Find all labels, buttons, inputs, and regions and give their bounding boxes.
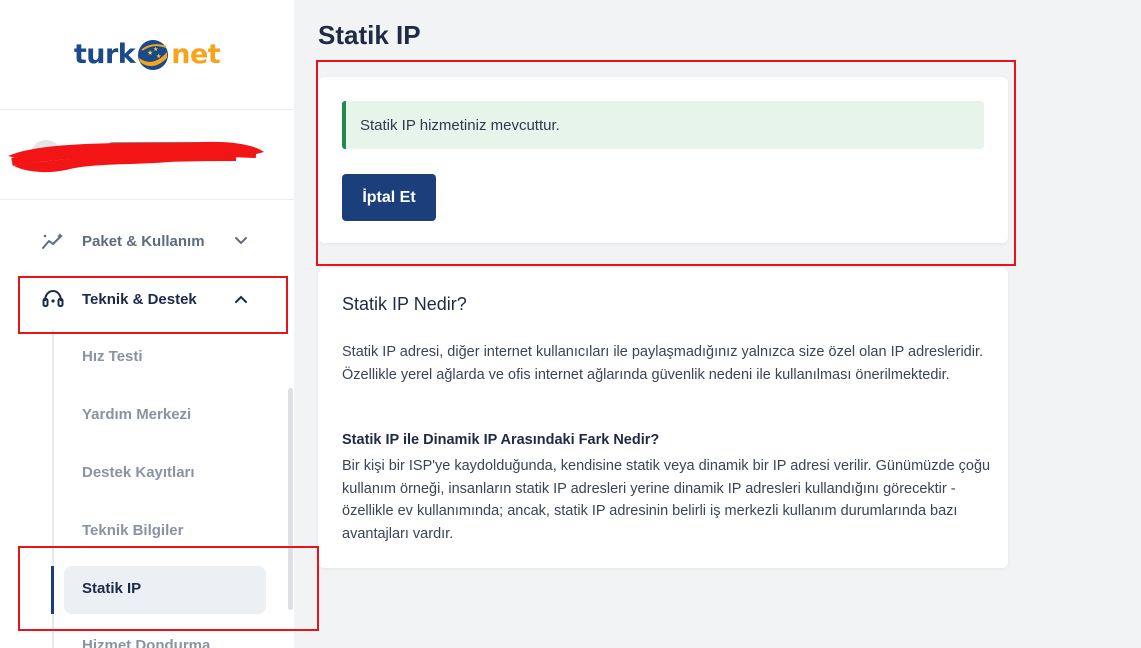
sidebar-item-destek-kayitlari[interactable]: Destek Kayıtları [82,464,195,481]
globe-logo-icon: ★ ★ ★ [138,39,169,70]
user-profile[interactable] [0,110,294,200]
page-title: Statik IP [318,20,421,50]
nav-paket-kullanim[interactable]: Paket & Kullanım [40,230,247,252]
sidebar-item-yardim-merkezi[interactable]: Yardım Merkezi [82,406,191,423]
sidebar-item-hizmet-dondurma[interactable]: Hizmet Dondurma [82,637,210,648]
info-paragraph: Bir kişi bir ISP'ye kaydolduğunda, kendi… [342,458,991,542]
annotation-box-teknik [18,276,288,334]
info-subtitle: Statik IP ile Dinamik IP Arasındaki Fark… [342,432,660,448]
nav-label: Paket & Kullanım [82,232,205,250]
info-title: Statik IP Nedir? [342,294,467,314]
redacted-user-name [8,140,264,173]
svg-text:★: ★ [156,53,161,60]
info-paragraph: Statik IP adresi, diğer internet kullanı… [342,344,984,383]
info-card: Statik IP Nedir? Statik IP adresi, diğer… [318,268,1008,568]
chart-sparkle-icon [40,230,66,252]
logo-area: turk ★ ★ ★ net [0,0,294,110]
logo-text-net: net [171,39,221,70]
turknet-logo[interactable]: turk ★ ★ ★ net [73,38,221,72]
sidebar-item-hiz-testi[interactable]: Hız Testi [82,348,143,365]
sidebar-item-teknik-bilgiler[interactable]: Teknik Bilgiler [82,522,183,539]
logo-text-turk: turk [73,39,136,70]
annotation-box-status [316,60,1016,266]
svg-text:★: ★ [153,46,158,53]
chevron-down-icon [235,237,247,245]
annotation-box-statik-ip [18,546,319,631]
